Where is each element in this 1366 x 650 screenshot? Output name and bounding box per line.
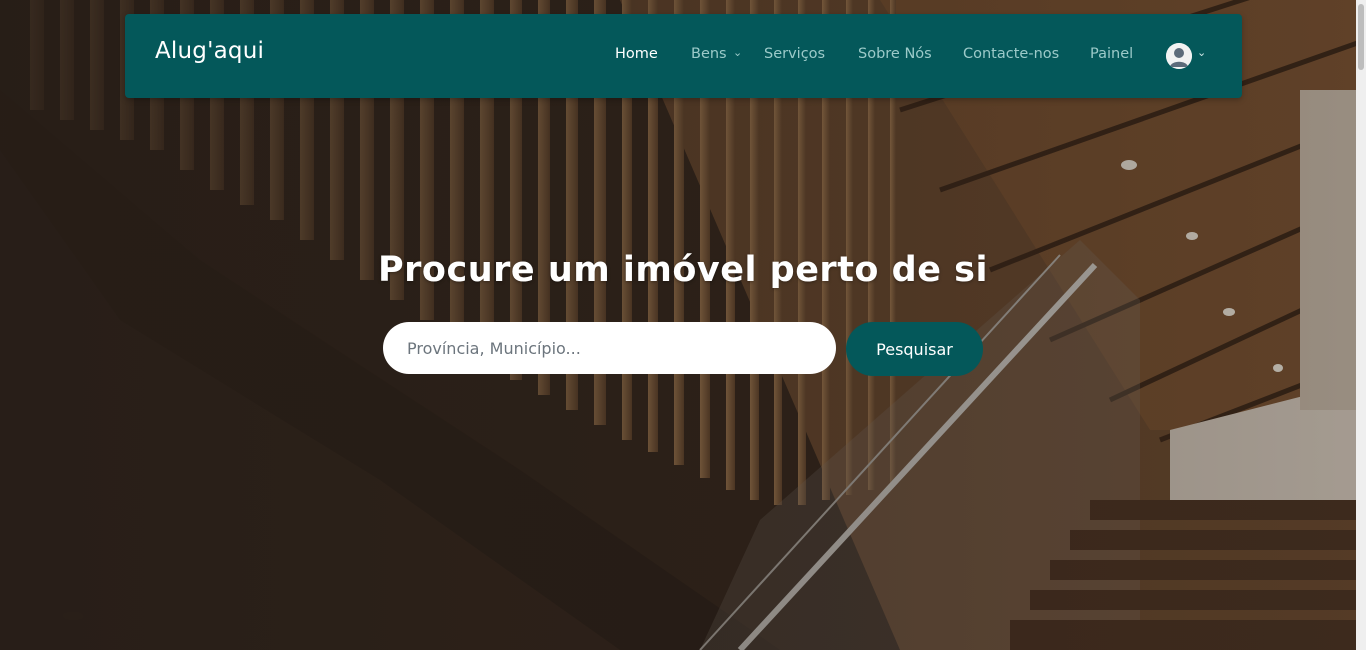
location-search-input[interactable] (383, 322, 836, 374)
brand-logo[interactable]: Alug'aqui (155, 38, 264, 64)
user-menu-chevron-icon[interactable]: ⌄ (1197, 46, 1206, 59)
scrollbar-thumb[interactable] (1358, 4, 1364, 70)
page-scrollbar[interactable] (1356, 0, 1366, 650)
nav-item-bens[interactable]: Bens (691, 46, 727, 62)
hero-section: Alug'aqui Home Bens ⌄ Serviços Sobre Nós… (0, 0, 1366, 650)
nav-item-painel[interactable]: Painel (1090, 46, 1133, 62)
user-avatar-icon[interactable] (1166, 43, 1192, 69)
top-navbar: Alug'aqui Home Bens ⌄ Serviços Sobre Nós… (125, 14, 1242, 98)
nav-item-sobre-nos[interactable]: Sobre Nós (858, 46, 932, 62)
nav-item-servicos[interactable]: Serviços (764, 46, 825, 62)
hero-headline: Procure um imóvel perto de si (378, 250, 988, 290)
chevron-down-icon[interactable]: ⌄ (733, 46, 742, 59)
nav-item-home[interactable]: Home (615, 46, 658, 62)
search-button[interactable]: Pesquisar (846, 322, 983, 376)
nav-item-contacte-nos[interactable]: Contacte-nos (963, 46, 1059, 62)
